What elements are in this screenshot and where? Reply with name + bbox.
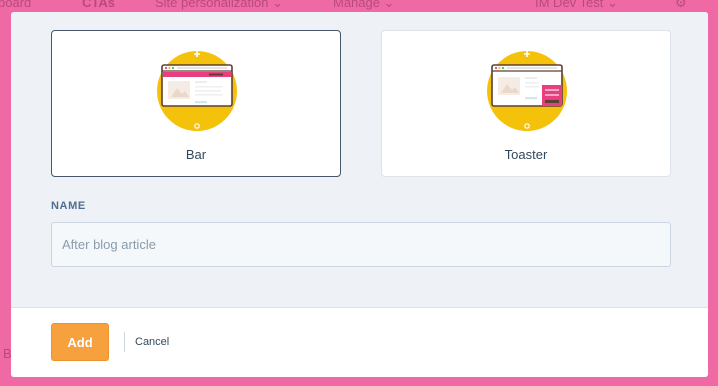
name-field-label: NAME	[51, 200, 86, 212]
bg-nav-item-manage: Manage ⌄	[333, 0, 395, 10]
bg-nav-item-account: IM Dev Test ⌄	[535, 0, 618, 10]
modal-body: Bar Toaster NAME After blog article	[11, 12, 708, 308]
bg-nav-item-site-personalization: Site personalization ⌄	[155, 0, 283, 10]
bg-nav-item-dashboard: board	[0, 0, 32, 10]
modal-footer: Add Cancel	[11, 309, 708, 377]
toaster-illustration-icon	[487, 51, 567, 131]
name-input[interactable]	[51, 222, 671, 267]
bar-illustration-icon	[157, 51, 237, 131]
card-label-toaster: Toaster	[504, 147, 548, 162]
add-button[interactable]: Add	[51, 323, 109, 361]
type-card-bar[interactable]: Bar	[51, 30, 341, 177]
create-cta-modal: Bar Toaster NAME After blog article Add …	[11, 12, 708, 377]
background-app-nav: board CTAs Site personalization ⌄ Manage…	[0, 0, 718, 12]
footer-divider	[124, 332, 125, 352]
bg-nav-item-ctas: CTAs	[82, 0, 115, 10]
cancel-link[interactable]: Cancel	[135, 336, 169, 348]
type-card-toaster[interactable]: Toaster	[381, 30, 671, 177]
bg-gear-icon: ⚙	[675, 0, 687, 10]
card-label-bar: Bar	[185, 147, 207, 162]
